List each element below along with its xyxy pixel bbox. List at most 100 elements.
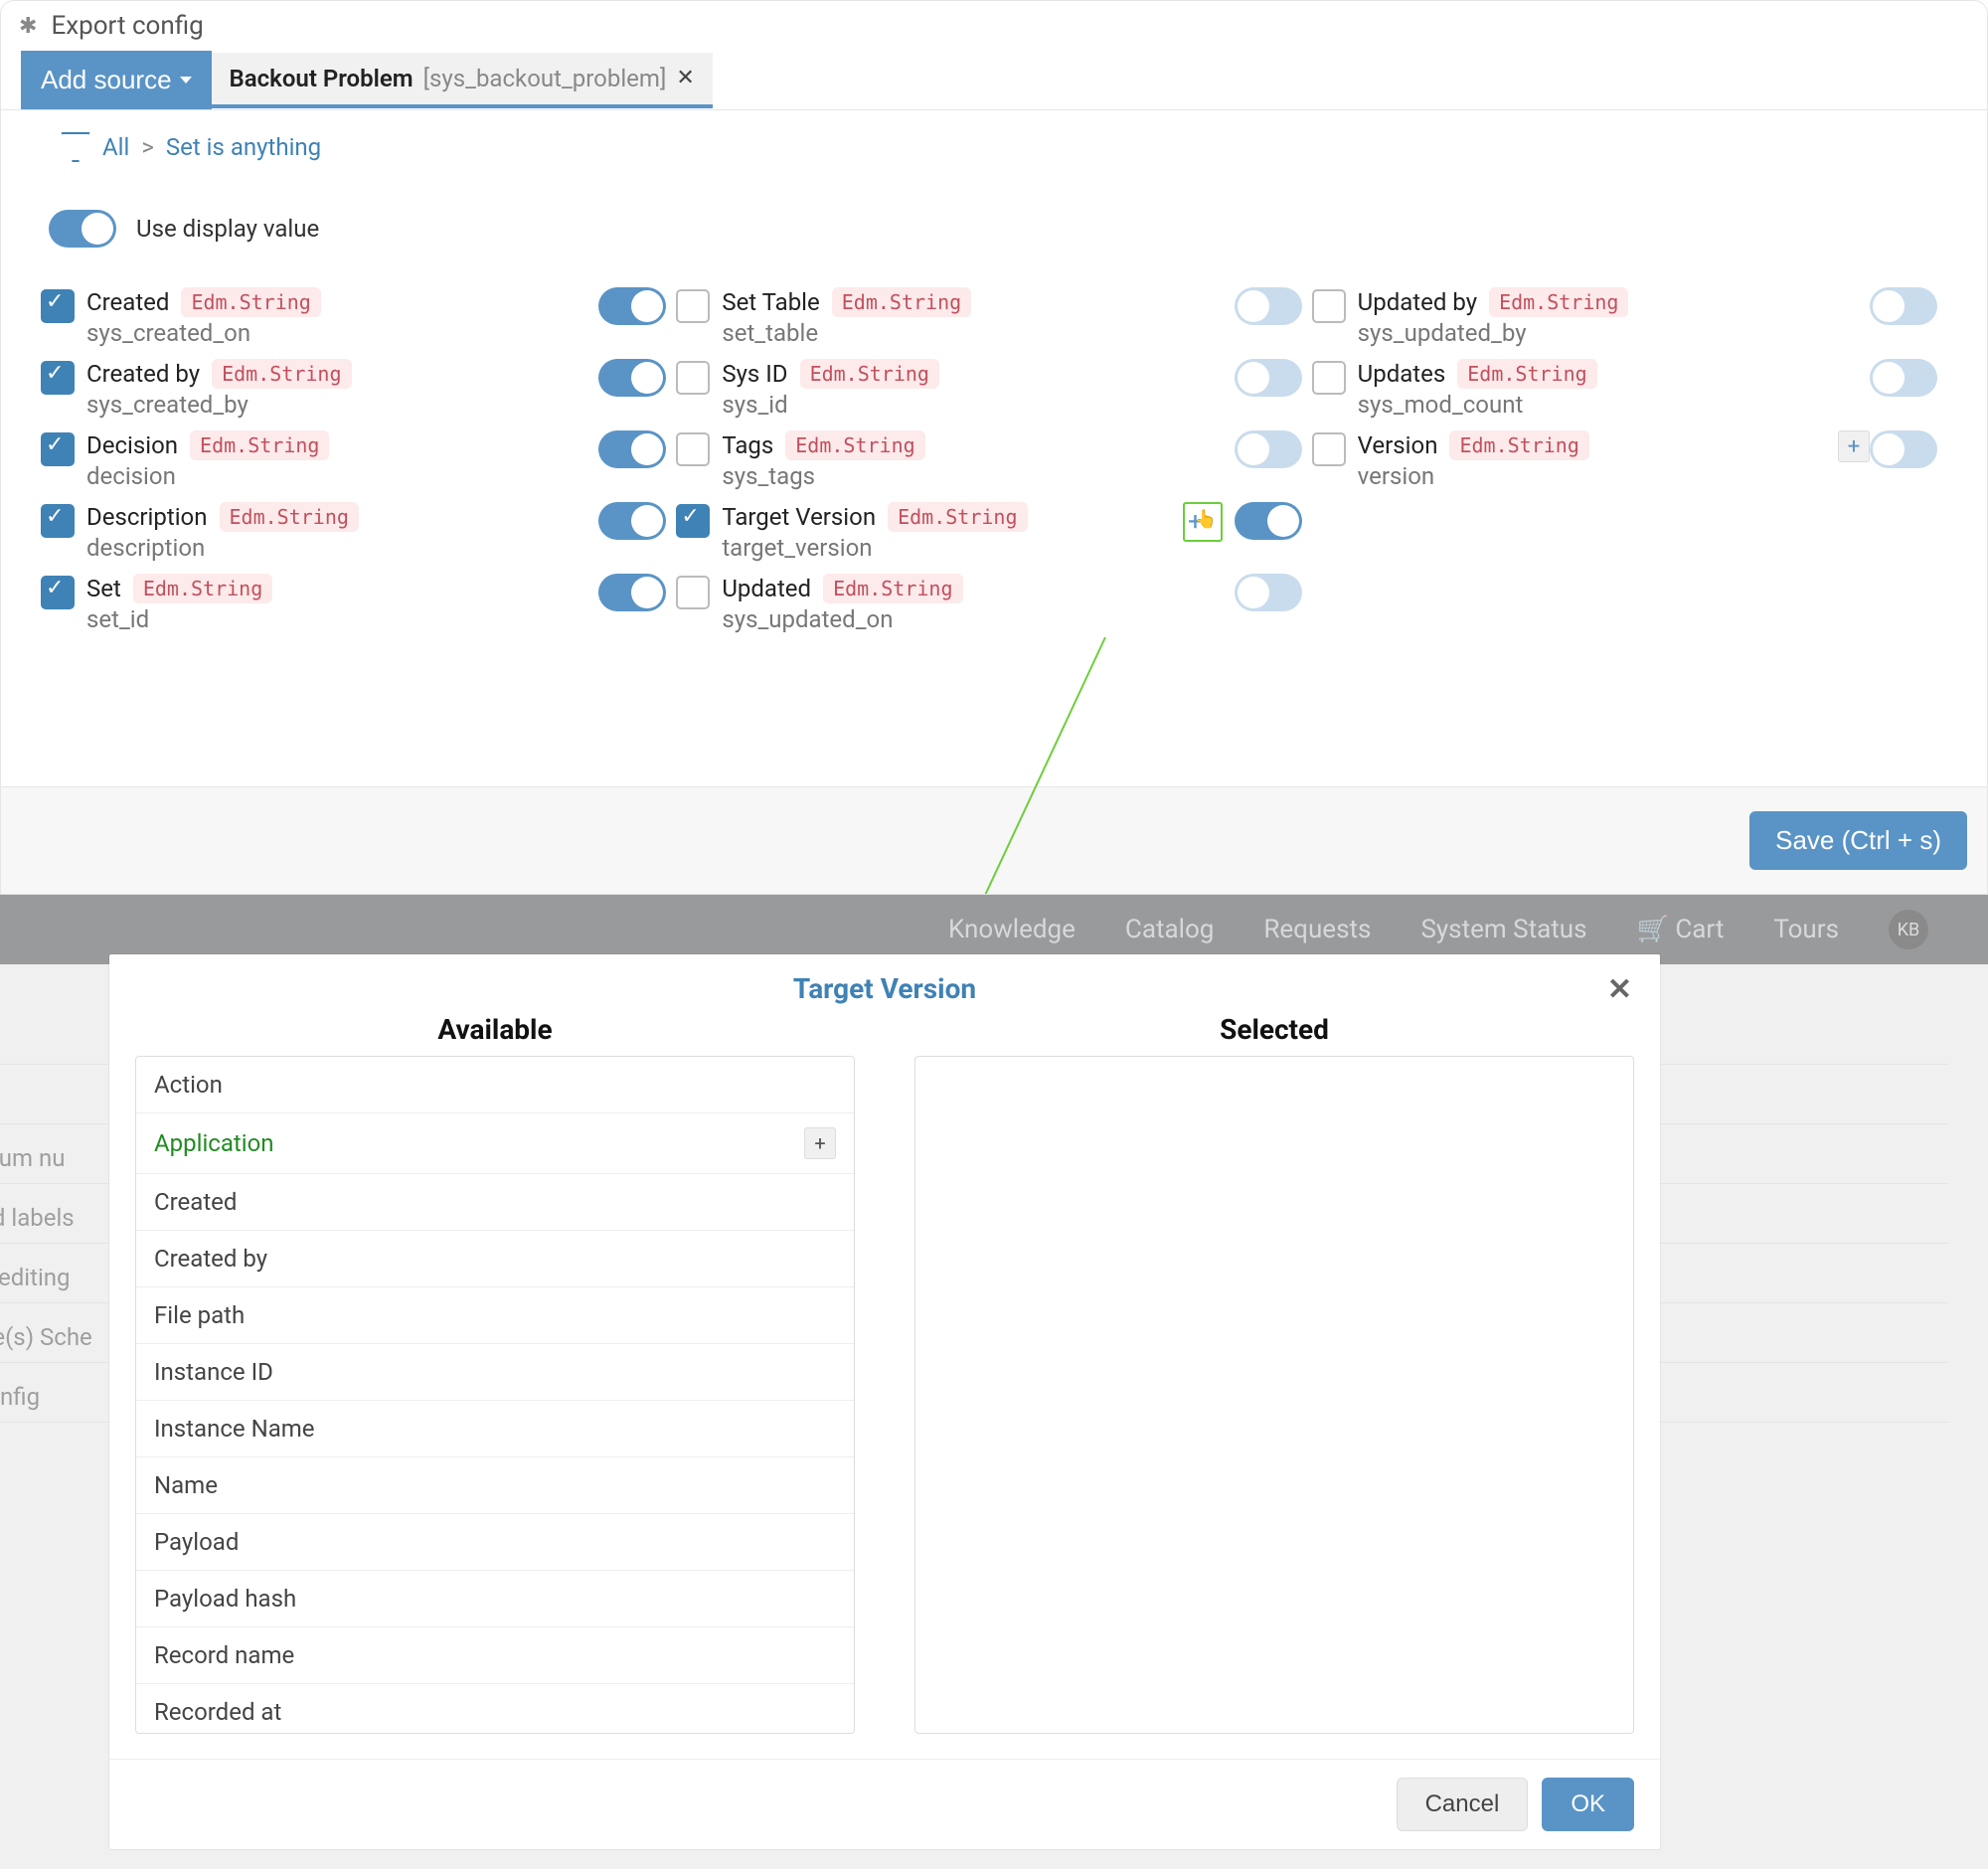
field-label: Set Table [722, 288, 819, 316]
field-toggle[interactable] [1235, 430, 1302, 468]
filter-condition-link[interactable]: Set is anything [166, 133, 321, 161]
modal-title: Target Version ✕ [109, 954, 1660, 1013]
field-label: Tags [722, 431, 773, 459]
field-toggle[interactable] [598, 502, 666, 540]
add-source-button[interactable]: Add source [21, 51, 212, 109]
checkbox-target_version[interactable] [676, 504, 710, 538]
list-item[interactable]: Record name+ [136, 1627, 854, 1684]
list-item[interactable]: Application+ [136, 1113, 854, 1174]
checkbox-sys_created_by[interactable] [41, 361, 75, 395]
checkbox-set_table[interactable] [676, 289, 710, 323]
field-toggle[interactable] [598, 287, 666, 325]
type-pill: Edm.String [1457, 359, 1596, 389]
display-value-toggle[interactable] [49, 210, 116, 248]
checkbox-set_id[interactable] [41, 576, 75, 609]
display-value-row: Use display value [1, 170, 1987, 271]
target-version-modal: Target Version ✕ Available Action+Applic… [109, 954, 1660, 1849]
list-item[interactable]: Created by+ [136, 1231, 854, 1287]
field-sys: sys_updated_by [1358, 319, 1870, 347]
field-label: Created by [86, 360, 200, 388]
type-pill: Edm.String [220, 502, 359, 532]
field-label: Decision [86, 431, 178, 459]
field-label: Description [86, 503, 208, 531]
list-item[interactable]: Instance Name+ [136, 1401, 854, 1457]
field-toggle[interactable] [598, 574, 666, 611]
field-sys_created_by: Created byEdm.Stringsys_created_by [41, 353, 676, 425]
ok-button[interactable]: OK [1542, 1778, 1634, 1831]
filter-all-link[interactable]: All [102, 133, 129, 161]
field-label: Created [86, 288, 169, 316]
field-toggle[interactable] [1870, 287, 1937, 325]
field-version: VersionEdm.Stringversion+ [1312, 425, 1947, 496]
list-item[interactable]: Action+ [136, 1057, 854, 1113]
field-label: Version [1358, 431, 1438, 459]
cancel-button[interactable]: Cancel [1397, 1778, 1529, 1831]
field-sys_updated_on: UpdatedEdm.Stringsys_updated_on [676, 568, 1311, 639]
field-sys: sys_mod_count [1358, 391, 1870, 419]
caret-down-icon [180, 77, 192, 84]
field-toggle[interactable] [598, 359, 666, 397]
type-pill: Edm.String [1489, 287, 1628, 317]
field-toggle[interactable] [1235, 502, 1302, 540]
field-sys_created_on: CreatedEdm.Stringsys_created_on [41, 281, 676, 353]
field-sys: target_version [722, 534, 1182, 562]
save-button[interactable]: Save (Ctrl + s) [1749, 811, 1967, 870]
field-sys_tags: TagsEdm.Stringsys_tags [676, 425, 1311, 496]
checkbox-decision[interactable] [41, 432, 75, 466]
checkbox-sys_mod_count[interactable] [1312, 361, 1346, 395]
field-target_version: Target VersionEdm.Stringtarget_version+👆 [676, 496, 1311, 568]
favorite-icon[interactable]: ✱ [19, 14, 37, 39]
checkbox-sys_created_on[interactable] [41, 289, 75, 323]
list-item[interactable]: Instance ID+ [136, 1344, 854, 1401]
field-sys: set_id [86, 605, 598, 633]
filter-icon[interactable] [61, 132, 90, 162]
modal-overlay-screen: Knowledge Catalog Requests System Status… [0, 895, 1988, 1869]
close-tab-icon[interactable]: ✕ [676, 66, 694, 90]
field-sys_updated_by: Updated byEdm.Stringsys_updated_by [1312, 281, 1947, 353]
modal-footer: Cancel OK [109, 1759, 1660, 1849]
field-sys_mod_count: Updates Edm.Stringsys_mod_count [1312, 353, 1947, 425]
expand-button[interactable]: +👆 [1183, 502, 1223, 542]
list-item[interactable]: Payload+ [136, 1514, 854, 1571]
type-pill: Edm.String [1449, 430, 1588, 460]
field-set_table: Set TableEdm.Stringset_table [676, 281, 1311, 353]
field-sys: sys_created_by [86, 391, 598, 419]
selected-header: Selected [914, 1013, 1634, 1056]
modal-close-icon[interactable]: ✕ [1607, 972, 1632, 1007]
field-sys_id: Sys IDEdm.Stringsys_id [676, 353, 1311, 425]
field-toggle[interactable] [1870, 359, 1937, 397]
list-item[interactable]: Name+ [136, 1457, 854, 1514]
field-label: Target Version [722, 503, 876, 531]
checkbox-version[interactable] [1312, 432, 1346, 466]
type-pill: Edm.String [133, 574, 272, 603]
field-toggle[interactable] [1235, 287, 1302, 325]
list-item[interactable]: Recorded at+ [136, 1684, 854, 1733]
expand-button[interactable]: + [1838, 430, 1870, 462]
field-toggle[interactable] [1235, 359, 1302, 397]
field-toggle[interactable] [1235, 574, 1302, 611]
selected-listbox [914, 1056, 1634, 1734]
add-icon[interactable]: + [804, 1127, 836, 1159]
checkbox-description[interactable] [41, 504, 75, 538]
list-item[interactable]: Payload hash+ [136, 1571, 854, 1627]
cursor-icon: 👆 [1195, 509, 1217, 530]
type-pill: Edm.String [190, 430, 329, 460]
checkbox-sys_tags[interactable] [676, 432, 710, 466]
list-item[interactable]: File path+ [136, 1287, 854, 1344]
checkbox-sys_updated_on[interactable] [676, 576, 710, 609]
field-toggle[interactable] [598, 430, 666, 468]
field-label: Updates [1358, 360, 1446, 388]
field-description: DescriptionEdm.Stringdescription [41, 496, 676, 568]
field-label: Sys ID [722, 360, 787, 388]
type-pill: Edm.String [181, 287, 320, 317]
field-decision: DecisionEdm.Stringdecision [41, 425, 676, 496]
list-item[interactable]: Created+ [136, 1174, 854, 1231]
type-pill: Edm.String [800, 359, 939, 389]
available-header: Available [135, 1013, 855, 1056]
field-toggle[interactable] [1870, 430, 1937, 468]
tab-backout-problem[interactable]: Backout Problem [sys_backout_problem] ✕ [212, 53, 713, 108]
filter-bar: All > Set is anything [1, 110, 1987, 170]
checkbox-sys_id[interactable] [676, 361, 710, 395]
checkbox-sys_updated_by[interactable] [1312, 289, 1346, 323]
field-set_id: SetEdm.Stringset_id [41, 568, 676, 639]
